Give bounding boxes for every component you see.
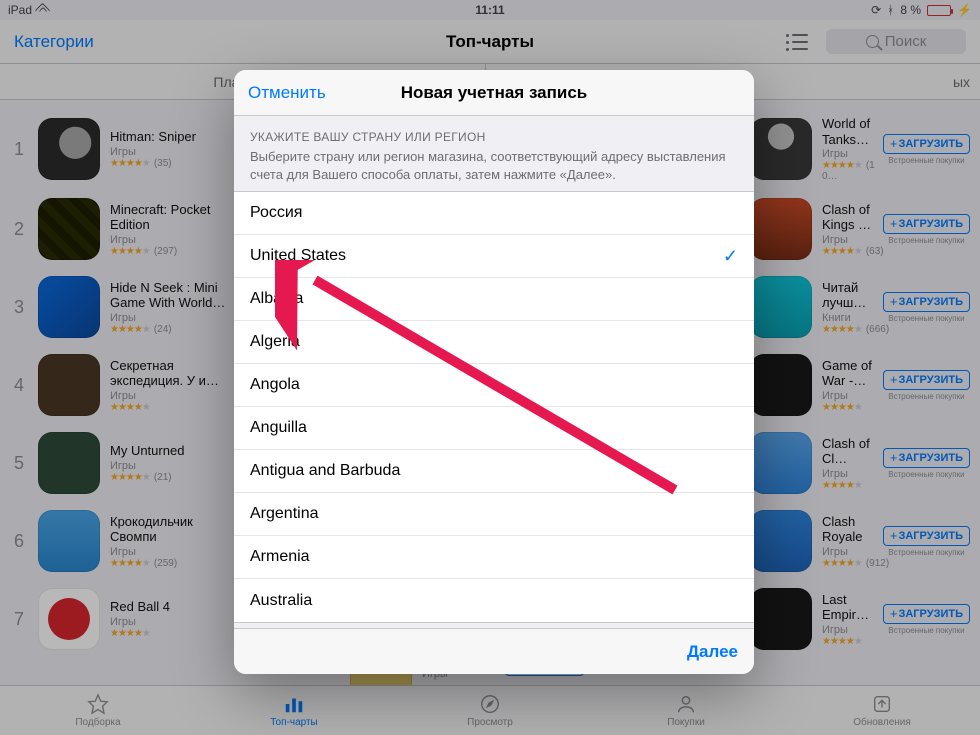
country-item[interactable]: Australia✓	[234, 579, 754, 622]
country-label: Armenia	[250, 548, 310, 566]
country-item[interactable]: Angola✓	[234, 364, 754, 407]
country-item[interactable]: Argentina✓	[234, 493, 754, 536]
section-description: Выберите страну или регион магазина, соо…	[250, 148, 738, 183]
modal-body: УКАЖИТЕ ВАШУ СТРАНУ ИЛИ РЕГИОН Выберите …	[234, 116, 754, 628]
new-account-modal: Отменить Новая учетная запись УКАЖИТЕ ВА…	[234, 70, 754, 674]
country-label: Anguilla	[250, 419, 307, 437]
modal-header: Отменить Новая учетная запись	[234, 70, 754, 116]
modal-title: Новая учетная запись	[401, 83, 588, 103]
country-label: Antigua and Barbuda	[250, 462, 400, 480]
checkmark-icon: ✓	[723, 246, 738, 267]
section-caption: УКАЖИТЕ ВАШУ СТРАНУ ИЛИ РЕГИОН	[250, 130, 738, 144]
country-item[interactable]: Antigua and Barbuda✓	[234, 450, 754, 493]
country-label: United States	[250, 247, 346, 265]
country-list[interactable]: Россия✓United States✓Albania✓Algeria✓Ang…	[234, 191, 754, 623]
country-item[interactable]: Armenia✓	[234, 536, 754, 579]
modal-footer: Далее	[234, 628, 754, 674]
country-item[interactable]: Anguilla✓	[234, 407, 754, 450]
country-item[interactable]: United States ✓	[234, 235, 754, 278]
cancel-button[interactable]: Отменить	[248, 83, 326, 103]
country-label: Argentina	[250, 505, 319, 523]
country-label: Россия	[250, 204, 302, 222]
country-item[interactable]: Albania✓	[234, 278, 754, 321]
country-label: Angola	[250, 376, 300, 394]
next-button[interactable]: Далее	[687, 642, 738, 662]
country-item[interactable]: Algeria✓	[234, 321, 754, 364]
section-header: УКАЖИТЕ ВАШУ СТРАНУ ИЛИ РЕГИОН Выберите …	[234, 116, 754, 191]
country-label: Albania	[250, 290, 303, 308]
country-label: Australia	[250, 592, 312, 610]
country-item[interactable]: Россия✓	[234, 192, 754, 235]
country-label: Algeria	[250, 333, 300, 351]
